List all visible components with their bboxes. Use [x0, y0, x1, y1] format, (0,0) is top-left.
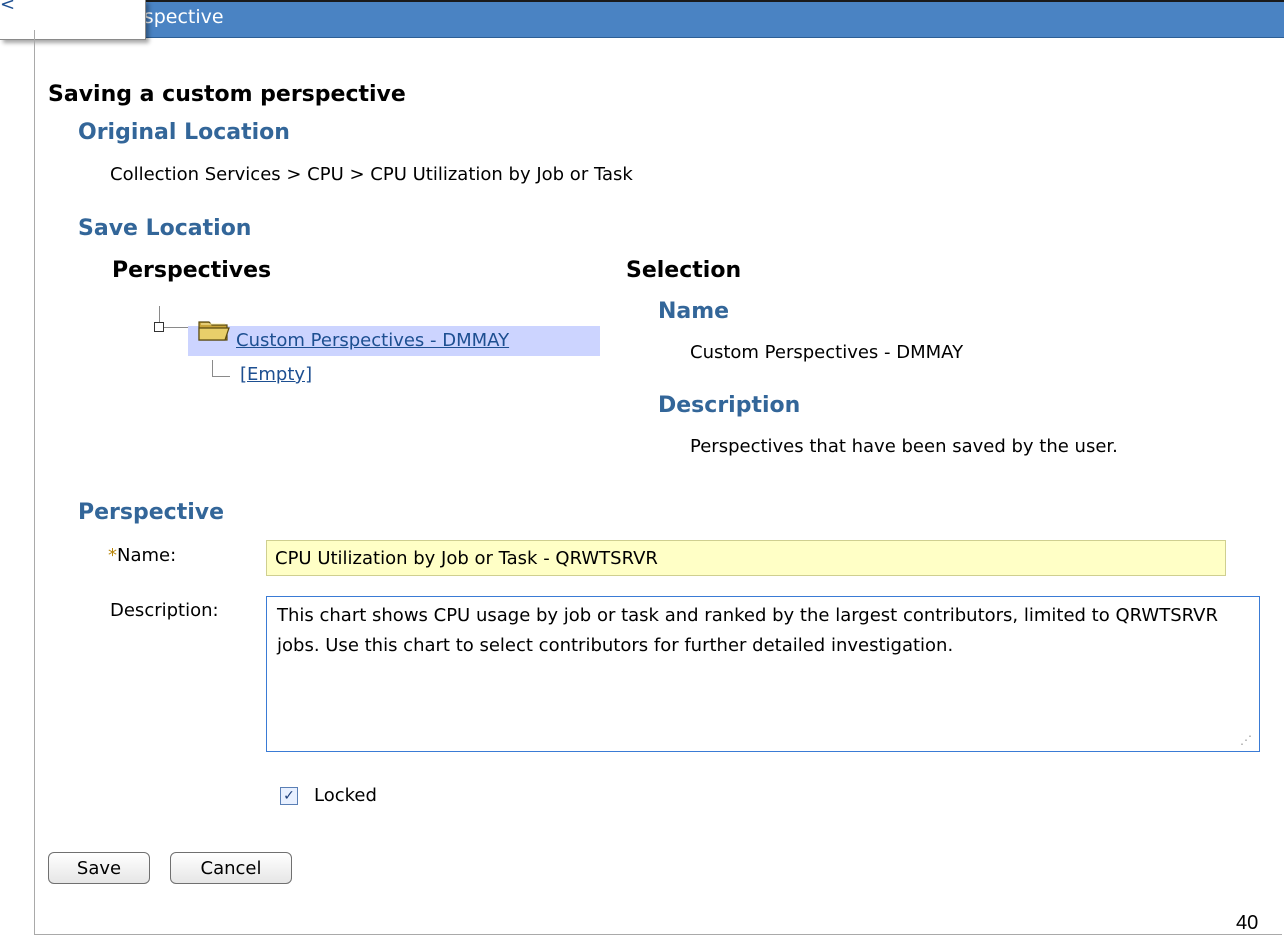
- name-label: *Name:: [108, 545, 176, 566]
- required-marker: *: [108, 545, 117, 566]
- locked-label: Locked: [314, 785, 377, 806]
- selection-heading: Selection: [626, 258, 742, 283]
- page-title: Saving a custom perspective: [48, 82, 406, 107]
- tree-connector-child-horizontal: [212, 376, 230, 377]
- tree-connector-vertical: [159, 306, 160, 322]
- selection-name-value: Custom Perspectives - DMMAY: [690, 342, 964, 363]
- dialog-title: rspective: [136, 6, 224, 28]
- folder-icon: [198, 321, 230, 341]
- tree-connector-horizontal: [164, 327, 190, 328]
- selection-name-heading: Name: [658, 299, 730, 324]
- locked-checkbox[interactable]: ✓: [280, 787, 298, 805]
- perspective-heading: Perspective: [78, 500, 225, 525]
- original-location-path: Collection Services > CPU > CPU Utilizat…: [110, 164, 633, 185]
- perspective-name-input[interactable]: [266, 540, 1226, 576]
- cancel-button[interactable]: Cancel: [170, 852, 292, 884]
- selection-description-heading: Description: [658, 393, 801, 418]
- original-location-heading: Original Location: [78, 120, 290, 145]
- tree-connector-child-vertical: [212, 360, 213, 376]
- tree-item-custom-perspectives[interactable]: Custom Perspectives - DMMAY: [236, 330, 509, 351]
- tree-expander-icon[interactable]: [154, 322, 164, 332]
- page-number: 40: [1236, 912, 1259, 934]
- selection-description-value: Perspectives that have been saved by the…: [690, 436, 1118, 457]
- save-button[interactable]: Save: [48, 852, 150, 884]
- save-location-heading: Save Location: [78, 216, 252, 241]
- popup-glyph: <: [0, 0, 16, 15]
- resize-grip-icon[interactable]: ⋰: [1240, 733, 1252, 747]
- perspective-description-textarea[interactable]: This chart shows CPU usage by job or tas…: [266, 596, 1260, 752]
- description-label: Description:: [110, 600, 219, 621]
- name-label-text: Name:: [117, 545, 177, 566]
- perspectives-heading: Perspectives: [112, 258, 272, 283]
- tree-item-empty[interactable]: [Empty]: [240, 364, 312, 385]
